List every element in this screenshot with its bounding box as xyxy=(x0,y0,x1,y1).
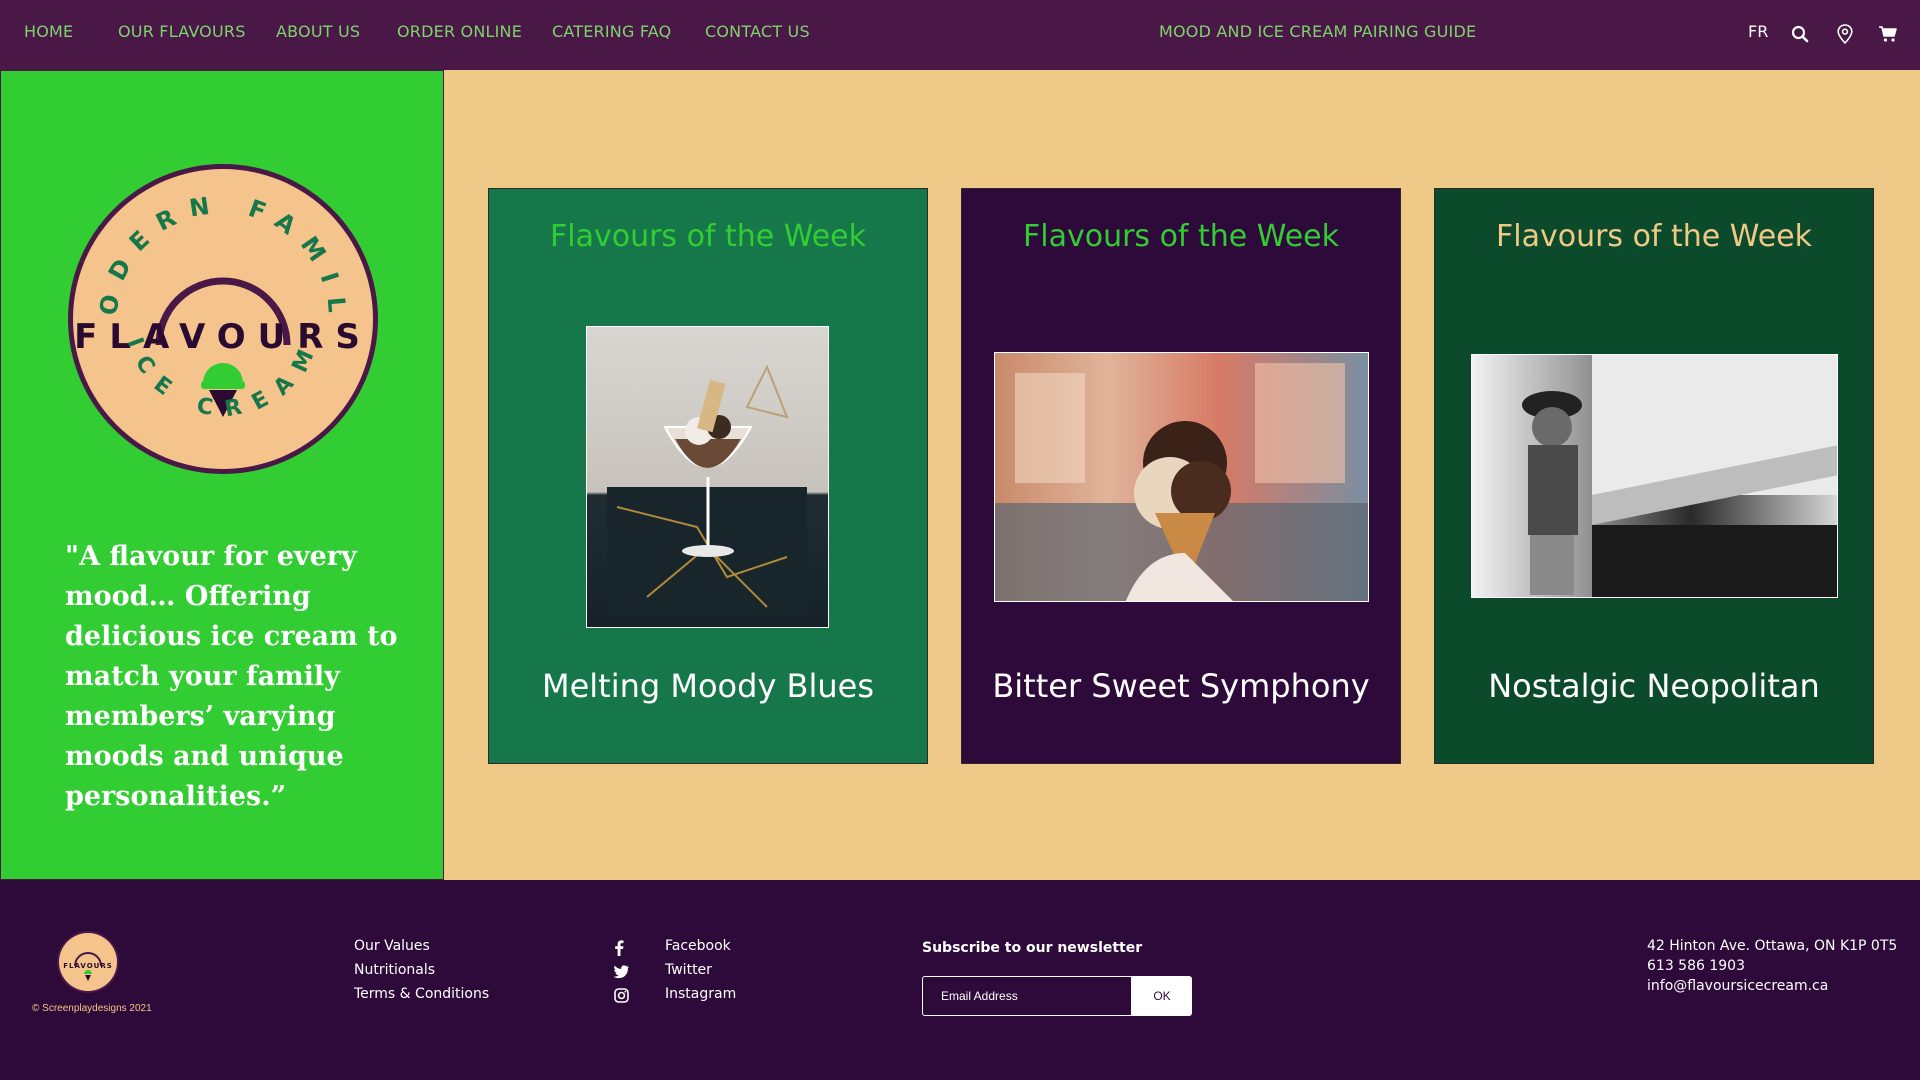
card-photo-shop xyxy=(1471,354,1838,598)
card-flavour-name: Melting Moody Blues xyxy=(541,667,875,705)
main-content: MODERN FAMILY FLAVOURS ICE CREAM "A flav… xyxy=(0,70,1920,880)
footer-address: 42 Hinton Ave. Ottawa, ON K1P 0T5 xyxy=(1647,938,1898,954)
language-toggle[interactable]: FR xyxy=(1748,22,1768,41)
footer-link-nutritionals[interactable]: Nutritionals xyxy=(354,962,435,978)
nav-about-us[interactable]: ABOUT US xyxy=(276,22,360,41)
flavour-card-3[interactable]: Flavours of the Week Nostalgic Neopolita… xyxy=(1434,188,1874,764)
nav-our-flavours[interactable]: OUR FLAVOURS xyxy=(118,22,246,41)
footer-social-facebook[interactable]: Facebook xyxy=(665,938,731,954)
footer-email[interactable]: info@flavoursicecream.ca xyxy=(1647,978,1828,994)
brand-quote: "A flavour for every mood… Offering deli… xyxy=(65,541,398,812)
flavour-card-1[interactable]: Flavours of the Week Melting Moody Blues xyxy=(488,188,928,764)
footer-social-twitter[interactable]: Twitter xyxy=(665,962,712,978)
footer-link-our-values[interactable]: Our Values xyxy=(354,938,430,954)
top-nav: HOME OUR FLAVOURS ABOUT US ORDER ONLINE … xyxy=(0,0,1920,70)
card-title: Flavours of the Week xyxy=(1022,219,1339,254)
brand-logo[interactable]: MODERN FAMILY FLAVOURS ICE CREAM xyxy=(46,139,381,477)
newsletter-email-input[interactable] xyxy=(922,976,1132,1016)
copyright: © Screenplaydesigns 2021 xyxy=(32,1003,152,1014)
instagram-icon[interactable] xyxy=(613,987,629,1003)
footer-phone[interactable]: 613 586 1903 xyxy=(1647,958,1745,974)
footer-link-terms[interactable]: Terms & Conditions xyxy=(354,986,489,1002)
card-photo-cone xyxy=(994,352,1369,602)
footer: FLAVOURS © Screenplaydesigns 2021 Our Va… xyxy=(0,880,1920,1080)
location-pin-icon[interactable] xyxy=(1834,23,1856,45)
card-title: Flavours of the Week xyxy=(1495,219,1812,254)
footer-social-instagram[interactable]: Instagram xyxy=(665,986,736,1002)
card-flavour-name: Bitter Sweet Symphony xyxy=(992,667,1370,705)
brand-panel: MODERN FAMILY FLAVOURS ICE CREAM "A flav… xyxy=(0,70,444,880)
card-flavour-name: Nostalgic Neopolitan xyxy=(1488,667,1820,705)
search-icon[interactable] xyxy=(1789,23,1811,45)
nav-contact-us[interactable]: CONTACT US xyxy=(705,22,810,41)
nav-order-online[interactable]: ORDER ONLINE xyxy=(397,22,522,41)
nav-pairing-guide[interactable]: MOOD AND ICE CREAM PAIRING GUIDE xyxy=(1159,22,1476,41)
nav-home[interactable]: HOME xyxy=(24,22,73,41)
flavour-card-2[interactable]: Flavours of the Week Bitter Sweet Sympho… xyxy=(961,188,1401,764)
nav-catering-faq[interactable]: CATERING FAQ xyxy=(552,22,671,41)
card-photo-affogato xyxy=(586,326,829,628)
card-title: Flavours of the Week xyxy=(549,219,866,254)
twitter-icon[interactable] xyxy=(613,964,629,980)
footer-logo[interactable]: FLAVOURS xyxy=(56,930,120,994)
logo-word: FLAVOURS xyxy=(74,317,372,357)
newsletter-ok-button[interactable]: OK xyxy=(1132,976,1192,1016)
newsletter-title: Subscribe to our newsletter xyxy=(922,940,1143,956)
cart-icon[interactable] xyxy=(1877,23,1899,45)
footer-logo-word: FLAVOURS xyxy=(63,962,113,970)
facebook-icon[interactable] xyxy=(611,940,627,956)
